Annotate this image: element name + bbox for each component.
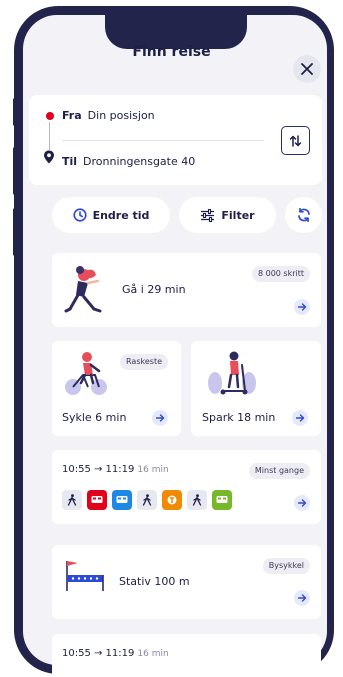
page-title: Finn reise (132, 44, 211, 60)
citybike-badge: Bysykkel (262, 558, 310, 574)
close-button[interactable] (293, 55, 321, 83)
field-divider (62, 140, 264, 141)
scooter-title: Spark 18 min (202, 411, 276, 424)
search-card: Fra Din posisjon Til Dronningensgate 40 (29, 95, 322, 185)
citybike-go-button[interactable] (294, 590, 310, 606)
citybike-option-card[interactable]: Stativ 100 m Bysykkel (52, 545, 321, 619)
refresh-button[interactable] (285, 197, 322, 233)
to-value: Dronningensgate 40 (83, 155, 196, 168)
least-walking-badge: Minst gange (248, 463, 310, 479)
scooter-illustration (208, 351, 256, 395)
walk-leg-icon (62, 490, 82, 510)
walk-go-button[interactable] (294, 299, 310, 315)
phone-side-button (13, 208, 19, 256)
bike-title: Sykle 6 min (62, 411, 127, 424)
fastest-badge: Raskeste (120, 354, 168, 370)
swap-arrows-icon (289, 134, 302, 147)
tram-leg-icon (162, 490, 182, 510)
trip-time: 10:55 → 11:19 16 min (62, 648, 169, 659)
from-label: Fra (62, 109, 82, 122)
walk-leg-icon (187, 490, 207, 510)
trip-option-card[interactable]: 10:55 → 11:19 16 min (52, 634, 321, 674)
arrow-right-icon (297, 594, 306, 602)
origin-dot-icon (46, 112, 54, 120)
from-value: Din posisjon (87, 109, 155, 122)
bike-go-button[interactable] (152, 410, 168, 426)
arrow-right-icon (155, 414, 164, 422)
to-label: Til (62, 155, 78, 168)
trip-time-range: 10:55 → 11:19 (62, 648, 135, 659)
trip-go-button[interactable] (294, 495, 310, 511)
scooter-go-button[interactable] (292, 410, 308, 426)
trip-time-range: 10:55 → 11:19 (62, 464, 135, 475)
sliders-icon (201, 208, 215, 222)
trip-legs (62, 490, 232, 510)
filter-label: Filter (221, 208, 255, 222)
bike-option-card[interactable]: Raskeste Sykle 6 min (52, 341, 181, 436)
route-connector (49, 122, 50, 150)
trip-time: 10:55 → 11:19 16 min (62, 464, 169, 475)
phone-side-button (13, 147, 19, 195)
change-time-label: Endre tid (92, 208, 150, 222)
walk-title: Gå i 29 min (122, 283, 186, 296)
filter-button[interactable]: Filter (179, 197, 276, 233)
close-icon (301, 63, 313, 75)
citybike-title: Stativ 100 m (119, 575, 190, 588)
trip-duration: 16 min (137, 649, 169, 659)
bus-leg-icon (87, 490, 107, 510)
bike-rack-illustration (66, 561, 104, 591)
location-pin-icon (44, 150, 54, 164)
to-field[interactable]: Til Dronningensgate 40 (62, 155, 195, 168)
clock-icon (72, 208, 87, 222)
trip-duration: 16 min (137, 465, 169, 475)
walking-person-illustration (64, 266, 102, 313)
walk-leg-icon (137, 490, 157, 510)
bus-leg-icon (212, 490, 232, 510)
arrow-right-icon (295, 414, 304, 422)
swap-button[interactable] (281, 126, 310, 155)
refresh-icon (297, 208, 310, 222)
walk-option-card[interactable]: Gå i 29 min 8 000 skritt (52, 253, 321, 327)
from-field[interactable]: Fra Din posisjon (62, 109, 155, 122)
arrow-right-icon (297, 303, 306, 311)
arrow-right-icon (297, 499, 306, 507)
scooter-option-card[interactable]: Spark 18 min (191, 341, 321, 436)
cyclist-illustration (65, 352, 107, 395)
change-time-button[interactable]: Endre tid (52, 197, 170, 233)
phone-side-button (13, 98, 19, 126)
steps-badge: 8 000 skritt (251, 266, 310, 282)
bus-leg-icon (112, 490, 132, 510)
trip-option-card[interactable]: 10:55 → 11:19 16 min Minst gange (52, 450, 321, 524)
